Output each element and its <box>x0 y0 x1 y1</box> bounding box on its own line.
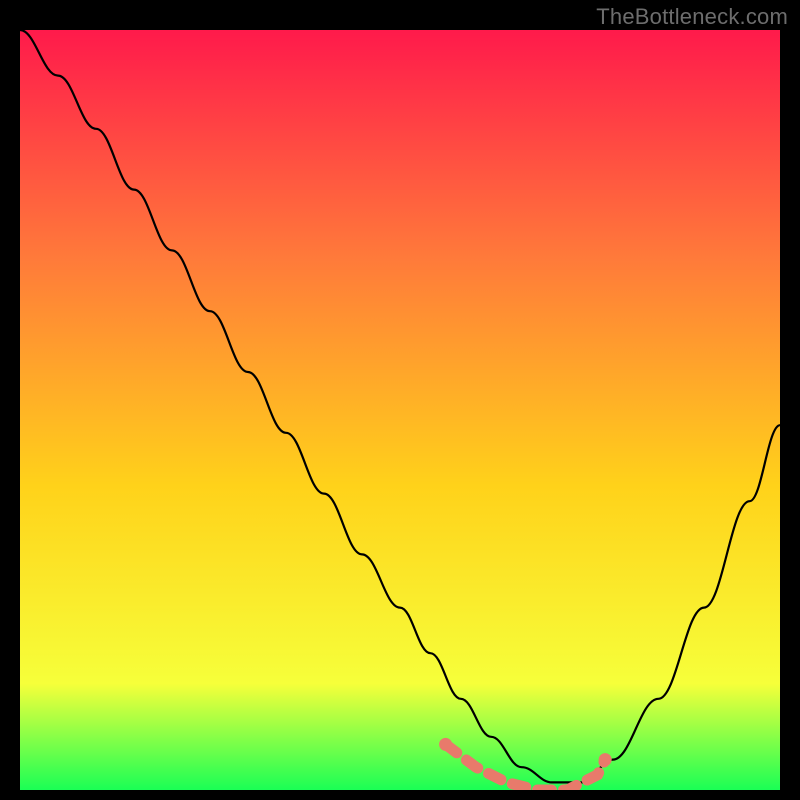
target-band-endpoint <box>439 738 452 751</box>
watermark-text: TheBottleneck.com <box>596 4 788 30</box>
gradient-background <box>20 30 780 790</box>
chart-frame: TheBottleneck.com <box>0 0 800 800</box>
chart-svg <box>20 30 780 790</box>
chart-plot-area <box>20 30 780 790</box>
target-band-endpoint <box>599 753 612 766</box>
